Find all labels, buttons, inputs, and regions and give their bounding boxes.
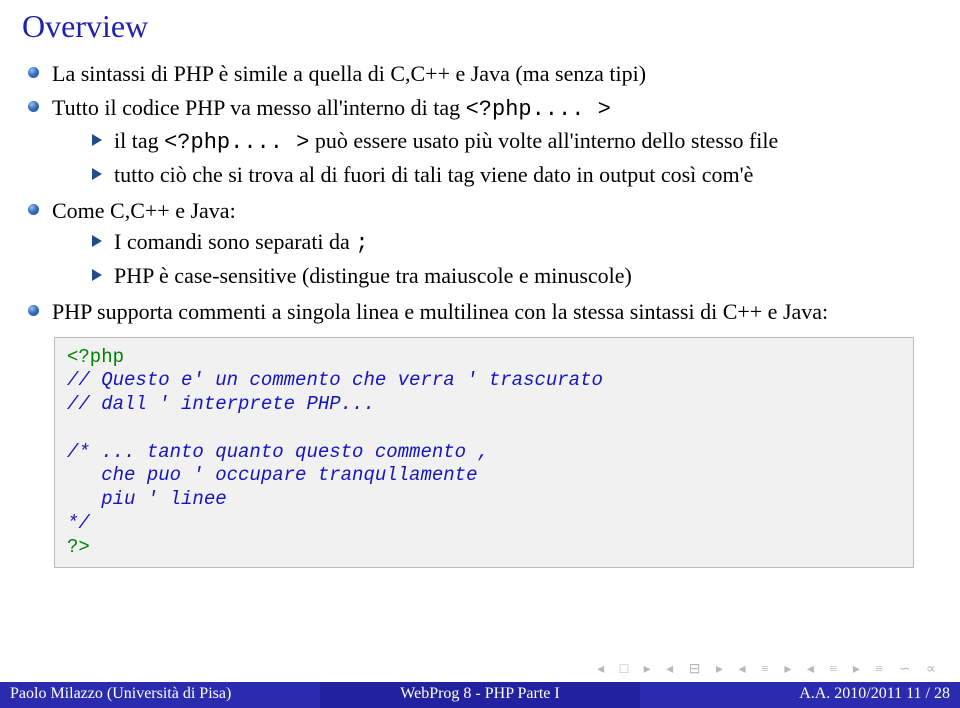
footer-left: Paolo Milazzo (Università di Pisa) [0,682,320,708]
sub-list: il tag <?php.... > può essere usato più … [52,126,938,189]
footer-right: A.A. 2010/2011 11 / 28 [640,682,960,708]
bullet-item: PHP supporta commenti a singola linea e … [26,297,938,327]
sub-list: I comandi sono separati da ; PHP è case-… [52,227,938,290]
inline-code: ; [355,231,368,256]
text: La sintassi di PHP è simile a quella di … [52,61,646,86]
nav-icons: ◂ □ ▸ ◂ ⊟ ▸ ◂ ≡ ▸ ◂ ≡ ▸ ≡ ∽ ∝ [597,661,942,678]
bullet-item: La sintassi di PHP è simile a quella di … [26,59,938,89]
inline-code: <?php.... > [466,97,611,122]
code-block: <?php // Questo e' un commento che verra… [54,337,914,569]
text: può essere usato più volte all'interno d… [309,128,778,153]
bullet-item: Come C,C++ e Java: I comandi sono separa… [26,196,938,291]
text: PHP è case-sensitive (distingue tra maiu… [114,263,632,288]
text: I comandi sono separati da [114,229,355,254]
text: Come C,C++ e Java: [52,198,236,223]
bullet-item: Tutto il codice PHP va messo all'interno… [26,93,938,190]
code-line: */ [67,512,90,534]
sub-item: tutto ciò che si trova al di fuori di ta… [92,160,938,190]
sub-item: il tag <?php.... > può essere usato più … [92,126,938,158]
bullet-list: La sintassi di PHP è simile a quella di … [22,59,938,327]
slide-content: La sintassi di PHP è simile a quella di … [22,59,938,568]
slide: Overview La sintassi di PHP è simile a q… [0,8,960,568]
code-line: /* ... tanto quanto questo commento , [67,441,489,463]
text: tutto ciò che si trova al di fuori di ta… [114,162,753,187]
inline-code: <?php.... > [164,130,309,155]
code-line: che puo ' occupare tranqullamente [67,464,477,486]
code-line: // dall ' interprete PHP... [67,393,375,415]
code-line: ?> [67,536,90,558]
text: il tag [114,128,164,153]
footer-center: WebProg 8 - PHP Parte I [320,682,640,708]
code-line: <?php [67,346,124,368]
code-line: piu ' linee [67,488,227,510]
sub-item: PHP è case-sensitive (distingue tra maiu… [92,261,938,291]
code-line: // Questo e' un commento che verra ' tra… [67,369,603,391]
text: Tutto il codice PHP va messo all'interno… [52,95,466,120]
sub-item: I comandi sono separati da ; [92,227,938,259]
text: PHP supporta commenti a singola linea e … [52,299,828,324]
footer: Paolo Milazzo (Università di Pisa) WebPr… [0,682,960,708]
slide-title: Overview [22,8,938,45]
